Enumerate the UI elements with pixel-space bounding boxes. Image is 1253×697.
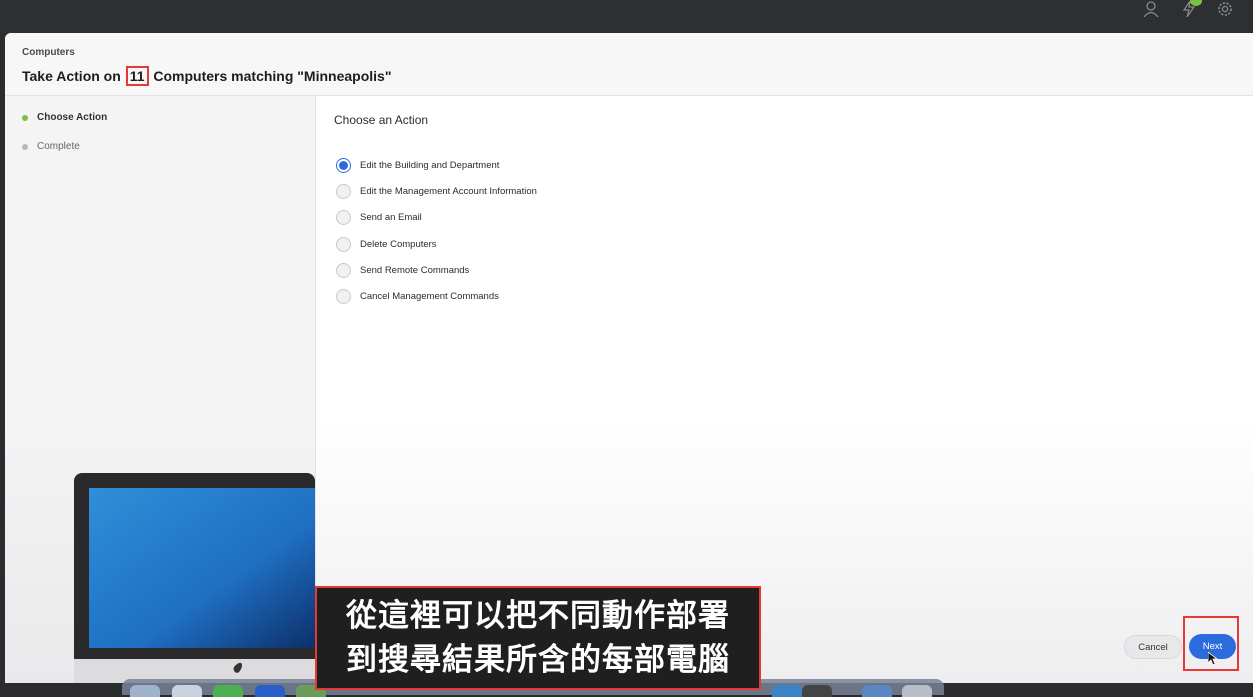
step-choose-action: Choose Action: [22, 112, 107, 123]
option-edit-management-account[interactable]: Edit the Management Account Information: [336, 184, 537, 199]
option-label: Cancel Management Commands: [360, 291, 499, 302]
radio-icon[interactable]: [336, 210, 351, 225]
breadcrumb[interactable]: Computers: [22, 47, 75, 58]
cancel-button[interactable]: Cancel: [1124, 635, 1182, 659]
subtitle-line-2: 到搜尋結果所含的每部電腦: [346, 642, 730, 678]
option-edit-building-department[interactable]: Edit the Building and Department: [336, 158, 499, 173]
radio-icon[interactable]: [336, 263, 351, 278]
video-subtitle: 從這裡可以把不同動作部署 到搜尋結果所含的每部電腦: [315, 586, 761, 690]
mail-icon[interactable]: [255, 685, 285, 697]
option-label: Send Remote Commands: [360, 265, 470, 276]
messages-icon[interactable]: [213, 685, 243, 697]
title-prefix: Take Action on: [22, 68, 121, 84]
option-label: Edit the Management Account Information: [360, 186, 537, 197]
subtitle-line-1: 從這裡可以把不同動作部署: [346, 598, 730, 634]
option-label: Send an Email: [360, 212, 422, 223]
step-label: Complete: [37, 141, 80, 152]
folder-icon[interactable]: [862, 685, 892, 697]
system-icon[interactable]: [802, 685, 832, 697]
option-label: Delete Computers: [360, 239, 437, 250]
computer-count: 11: [125, 66, 149, 86]
radio-icon[interactable]: [336, 289, 351, 304]
appstore-icon[interactable]: [772, 685, 802, 697]
section-heading: Choose an Action: [334, 113, 429, 127]
title-suffix: Computers matching "Minneapolis": [153, 68, 392, 84]
radio-selected-icon[interactable]: [336, 158, 351, 173]
wizard-steps: Choose Action Complete: [5, 96, 316, 683]
radio-icon[interactable]: [336, 237, 351, 252]
radio-icon[interactable]: [336, 184, 351, 199]
step-label: Choose Action: [37, 112, 108, 123]
safari-icon[interactable]: [172, 685, 202, 697]
user-icon[interactable]: [1141, 0, 1161, 18]
option-send-email[interactable]: Send an Email: [336, 210, 422, 225]
gear-icon[interactable]: [1215, 0, 1235, 18]
option-label: Edit the Building and Department: [360, 160, 500, 171]
step-active-dot-icon: [22, 114, 28, 121]
top-bar: [0, 0, 1253, 33]
step-inactive-dot-icon: [22, 143, 28, 150]
page-title: Take Action on 11 Computers matching "Mi…: [22, 66, 391, 86]
notification-badge: [1190, 0, 1202, 6]
finder-icon[interactable]: [130, 685, 160, 697]
step-complete: Complete: [22, 141, 80, 152]
imac-illustration: [74, 473, 315, 683]
page-header: Computers Take Action on 11 Computers ma…: [5, 33, 1253, 96]
trash-icon[interactable]: [902, 685, 932, 697]
option-delete-computers[interactable]: Delete Computers: [336, 237, 437, 252]
option-cancel-management-commands[interactable]: Cancel Management Commands: [336, 289, 499, 304]
option-send-remote-commands[interactable]: Send Remote Commands: [336, 263, 469, 278]
mouse-cursor-icon: [1208, 652, 1218, 666]
